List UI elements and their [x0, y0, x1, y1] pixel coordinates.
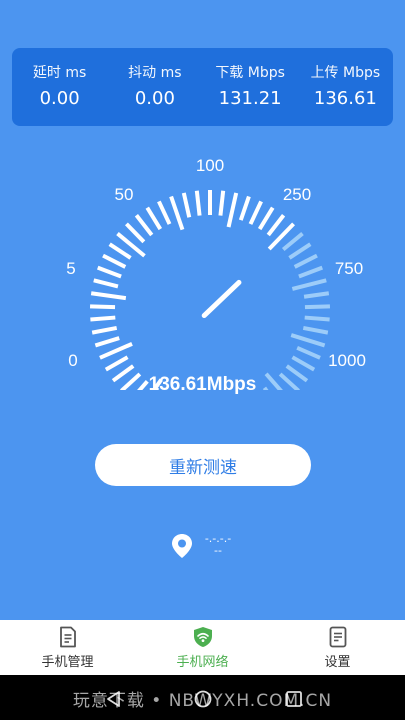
gauge-scale-label: 250 — [283, 185, 311, 204]
gauge-needle — [201, 279, 242, 319]
gauge-scale-label: 1000 — [328, 351, 366, 370]
tab-settings[interactable]: 设置 — [270, 620, 405, 675]
gauge-tick — [266, 213, 286, 237]
location-info: -.-.-.- -- — [171, 533, 261, 563]
gauge-tick — [89, 304, 116, 310]
gauge-labels: 0 5 50 100 250 750 1000 — [66, 156, 366, 370]
gauge-tick — [293, 253, 318, 269]
gauge-dial: 0 5 50 100 250 750 1000 — [66, 156, 366, 390]
bottom-tab-bar: 手机管理 手机网络 设置 — [0, 620, 405, 675]
gauge-tick — [288, 242, 312, 260]
gauge-tick — [181, 192, 192, 218]
gauge-tick — [257, 206, 275, 231]
gauge-tick — [194, 190, 202, 216]
gauge-tick — [99, 342, 133, 360]
tab-label: 设置 — [324, 654, 351, 670]
wifi-shield-icon — [193, 626, 212, 647]
gauge-tick — [91, 325, 118, 335]
gauge-tick — [298, 265, 323, 279]
tab-label: 手机网络 — [176, 654, 229, 670]
gauge-tick — [169, 195, 185, 231]
gauge-tick — [302, 325, 329, 335]
gauge-scale-label: 0 — [68, 351, 77, 370]
stat-value: 0.00 — [134, 88, 175, 109]
tab-phone-network[interactable]: 手机网络 — [135, 620, 270, 675]
gauge-scale-label: 100 — [196, 156, 224, 175]
document-icon — [59, 626, 76, 647]
tab-phone-management[interactable]: 手机管理 — [0, 620, 135, 675]
stat-download: 下载 Mbps 131.21 — [203, 48, 298, 126]
gauge-tick — [104, 355, 129, 372]
stats-card: 延时 ms 0.00 抖动 ms 0.00 下载 Mbps 131.21 上传 … — [12, 48, 393, 126]
gauge-tick — [218, 190, 226, 216]
gauge-tick — [108, 242, 132, 260]
gauge-tick — [290, 333, 326, 348]
gauge-tick — [291, 355, 316, 372]
gauge-tick — [303, 291, 330, 299]
gauge-tick — [97, 265, 122, 279]
gauge-tick — [304, 315, 330, 322]
gauge-scale-label: 5 — [66, 259, 75, 278]
gauge-tick — [90, 291, 127, 301]
tab-label: 手机管理 — [41, 654, 94, 670]
gauge-tick — [90, 315, 116, 322]
watermark: 玩意下载 • NBWYXH.COM.CN — [72, 691, 333, 711]
gauge-tick — [304, 304, 331, 310]
gauge-tick — [134, 213, 154, 237]
gauge-scale-label: 50 — [115, 185, 134, 204]
gauge-tick — [296, 346, 321, 360]
stat-label: 延时 ms — [32, 65, 87, 81]
gauge-tick — [157, 200, 172, 225]
current-speed: 136.61Mbps — [148, 374, 257, 395]
gauge-tick — [125, 222, 146, 244]
settings-document-icon — [329, 626, 346, 647]
stat-value: 0.00 — [39, 88, 80, 109]
speed-test-screen: 延时 ms 0.00 抖动 ms 0.00 下载 Mbps 131.21 上传 … — [0, 0, 405, 620]
gauge-tick — [281, 232, 304, 252]
speed-gauge: 0 5 50 100 250 750 1000 — [0, 140, 405, 390]
stat-label: 抖动 ms — [128, 65, 182, 81]
retest-button[interactable]: 重新测速 — [95, 444, 311, 486]
stat-upload: 上传 Mbps 136.61 — [298, 48, 393, 126]
stat-value: 131.21 — [218, 88, 282, 109]
gauge-tick — [248, 200, 263, 225]
stat-latency: 延时 ms 0.00 — [12, 48, 107, 126]
gauge-tick — [291, 278, 327, 291]
stat-jitter: 抖动 ms 0.00 — [107, 48, 202, 126]
location-pin-icon — [172, 534, 192, 558]
location-line2: -- — [214, 544, 222, 557]
stat-value: 136.61 — [313, 88, 377, 109]
stat-label: 下载 Mbps — [215, 65, 285, 81]
gauge-tick — [226, 192, 239, 228]
gauge-tick — [238, 195, 251, 221]
gauge-tick — [94, 336, 120, 348]
location-text: -.-.-.- -- — [203, 533, 233, 557]
gauge-tick — [102, 253, 127, 269]
stat-label: 上传 Mbps — [310, 65, 381, 81]
gauge-ticks — [89, 190, 331, 390]
gauge-tick — [93, 278, 119, 289]
gauge-tick — [145, 206, 163, 231]
gauge-scale-label: 750 — [335, 259, 363, 278]
